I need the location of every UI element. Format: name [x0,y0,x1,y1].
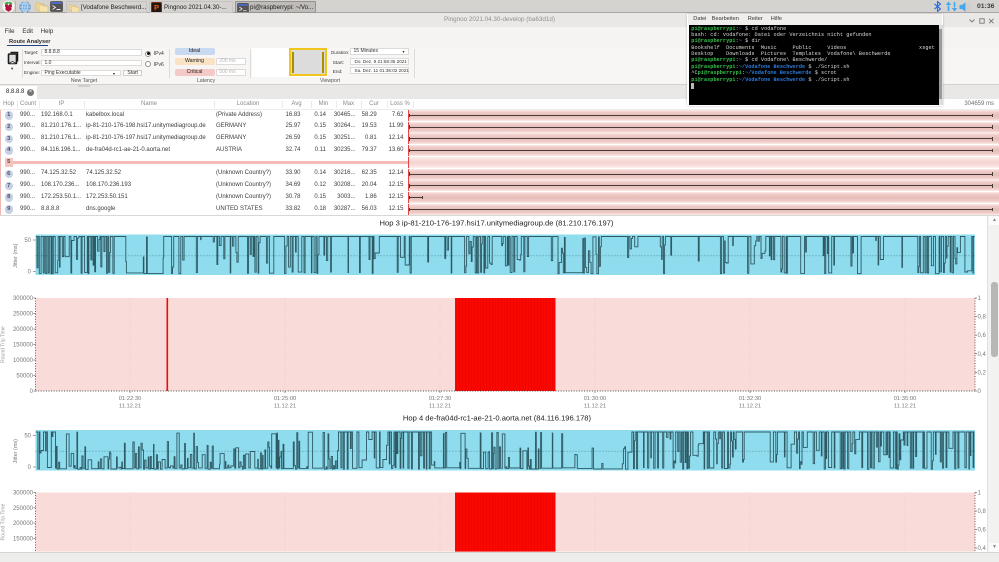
svg-text:250000: 250000 [13,312,34,318]
svg-text:11.12.21: 11.12.21 [429,403,451,409]
svg-text:11.12.21: 11.12.21 [894,403,916,409]
svg-text:P: P [154,3,159,12]
svg-text:50000: 50000 [16,374,33,380]
svg-text:Hop 4 de-fra04d-rc1-ae-21-0.ao: Hop 4 de-fra04d-rc1-ae-21-0.aorta.net (8… [403,414,592,423]
svg-text:200000: 200000 [13,521,34,527]
svg-text:Round Trip Time: Round Trip Time [1,326,7,363]
svg-text:01:22:30: 01:22:30 [119,396,142,402]
svg-text:250000: 250000 [13,506,34,512]
svg-text:01:32:30: 01:32:30 [739,396,762,402]
svg-text:11.12.21: 11.12.21 [274,403,296,409]
svg-text:150000: 150000 [13,343,34,349]
svg-text:Jitter (ms): Jitter (ms) [13,439,19,464]
svg-text:0,6: 0,6 [978,333,987,339]
svg-text:11.12.21: 11.12.21 [739,403,761,409]
svg-text:01:25:00: 01:25:00 [274,396,297,402]
svg-text:01:35:00: 01:35:00 [894,396,917,402]
svg-text:Jitter (ms): Jitter (ms) [13,243,19,268]
svg-text:01:27:30: 01:27:30 [429,396,452,402]
svg-text:Round Trip Time: Round Trip Time [1,504,7,541]
svg-text:50: 50 [24,238,31,244]
svg-text:200000: 200000 [13,327,34,333]
svg-text:0,8: 0,8 [978,315,987,321]
svg-text:0,8: 0,8 [978,509,987,515]
svg-text:01:30:00: 01:30:00 [584,396,607,402]
svg-text:11.12.21: 11.12.21 [119,403,141,409]
svg-text:50: 50 [24,434,31,440]
svg-text:0,4: 0,4 [978,352,987,358]
svg-text:100000: 100000 [13,358,34,364]
svg-text:300000: 300000 [13,491,34,497]
svg-text:Hop 3 ip-81-210-176-197.hsi17.: Hop 3 ip-81-210-176-197.hsi17.unitymedia… [380,219,614,228]
svg-text:0,6: 0,6 [978,528,987,534]
svg-text:300000: 300000 [13,296,34,302]
svg-text:150000: 150000 [13,536,34,542]
svg-text:11.12.21: 11.12.21 [584,403,606,409]
svg-text:0,2: 0,2 [978,370,987,376]
